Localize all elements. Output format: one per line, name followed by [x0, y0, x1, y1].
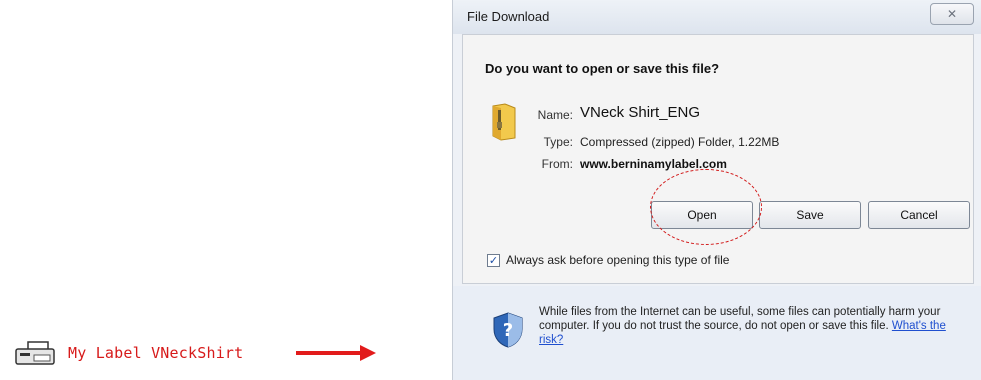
file-type: Compressed (zipped) Folder, 1.22MB: [580, 135, 780, 149]
vneck-shirt-link[interactable]: My Label VNeckShirt: [68, 344, 243, 362]
svg-text:?: ?: [503, 320, 513, 341]
title-bar: File Download ✕: [453, 0, 981, 34]
red-arrow-icon: [296, 345, 376, 361]
close-button[interactable]: ✕: [930, 3, 974, 25]
download-question: Do you want to open or save this file?: [485, 61, 720, 76]
dialog-title: File Download: [467, 9, 550, 24]
dialog-body: Do you want to open or save this file? N…: [462, 34, 974, 284]
file-source: www.berninamylabel.com: [580, 157, 727, 171]
download-link[interactable]: My Label VNeckShirt: [14, 340, 243, 366]
name-label: Name:: [537, 108, 573, 122]
security-shield-icon: ?: [493, 312, 523, 348]
printer-icon: [15, 341, 55, 365]
cancel-button[interactable]: Cancel: [868, 201, 970, 229]
close-icon: ✕: [946, 7, 958, 21]
file-name: VNeck Shirt_ENG: [580, 104, 701, 121]
file-download-dialog: File Download ✕ Do you want to open or s…: [452, 0, 981, 380]
type-label: Type:: [543, 135, 573, 149]
security-warning: ? While files from the Internet can be u…: [453, 286, 981, 380]
warning-message: While files from the Internet can be use…: [539, 305, 969, 347]
save-button[interactable]: Save: [759, 201, 861, 229]
warning-text: While files from the Internet can be use…: [539, 306, 941, 332]
from-label: From:: [541, 157, 573, 171]
always-ask-label: Always ask before opening this type of f…: [506, 253, 730, 267]
always-ask-option[interactable]: ✓ Always ask before opening this type of…: [487, 253, 729, 267]
always-ask-checkbox[interactable]: ✓: [487, 253, 500, 267]
open-button[interactable]: Open: [651, 201, 753, 229]
